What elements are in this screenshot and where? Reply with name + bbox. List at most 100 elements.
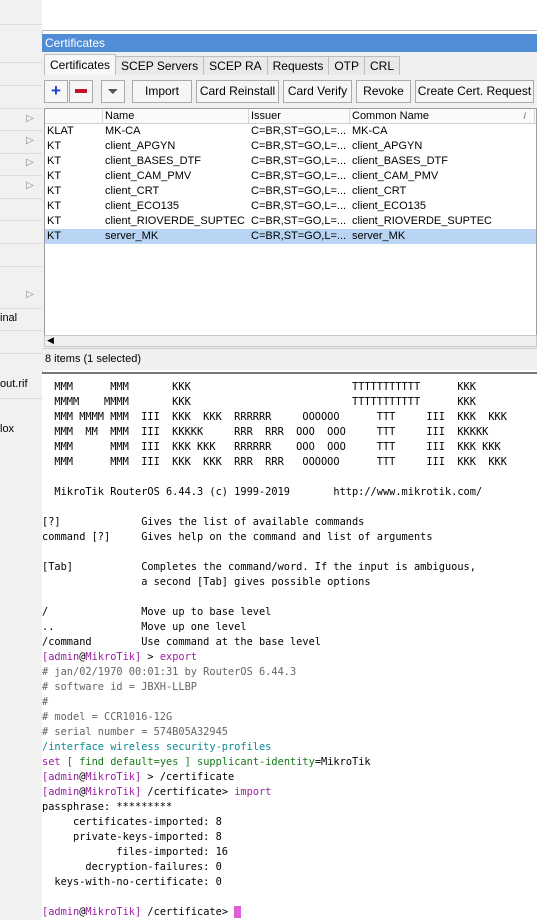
plus-icon: + bbox=[51, 81, 61, 100]
submenu-arrow-icon[interactable]: ▷ bbox=[26, 135, 34, 146]
cell-common: client_CRT bbox=[352, 185, 407, 197]
cell-flags: KT bbox=[47, 215, 62, 227]
cell-issuer: C=BR,ST=GO,L=... bbox=[251, 155, 347, 167]
banner-line: MMMM MMMM KKK TTTTTTTTTTT KKK bbox=[42, 396, 476, 408]
submenu-arrow-icon[interactable]: ▷ bbox=[26, 157, 34, 168]
tab-certificates[interactable]: Certificates bbox=[44, 54, 117, 75]
help-line: [?] Gives the list of available commands bbox=[42, 515, 364, 530]
menu-item-label[interactable]: out.rif bbox=[0, 378, 28, 390]
terminal-cursor bbox=[234, 906, 242, 918]
menu-item-label[interactable]: inal bbox=[0, 312, 17, 324]
revoke-button[interactable]: Revoke bbox=[356, 80, 411, 103]
cell-common: client_ECO135 bbox=[352, 200, 426, 212]
scroll-left-icon[interactable]: ◀ bbox=[47, 335, 54, 346]
table-row[interactable]: KT client_APGYN C=BR,ST=GO,L=... client_APG… bbox=[45, 139, 536, 154]
import-result: certificates-imported: 8 bbox=[42, 816, 222, 828]
tab-crl[interactable]: CRL bbox=[364, 56, 401, 75]
table-row[interactable]: KT client_RIOVERDE_SUPTEC C=BR,ST=GO,L=...… bbox=[45, 214, 536, 229]
table-row[interactable]: KT client_BASES_DTF C=BR,ST=GO,L=... client… bbox=[45, 154, 536, 169]
help-line: command [?] Gives help on the command an… bbox=[42, 530, 433, 545]
menu-separator bbox=[0, 62, 42, 63]
export-comment: # software id = JBXH-LLBP bbox=[42, 681, 197, 693]
cell-name: client_CRT bbox=[105, 185, 160, 197]
minus-icon bbox=[75, 89, 87, 93]
certificates-table[interactable]: Name Issuer Common Name / KLAT MK-CA C=BR,… bbox=[44, 108, 537, 336]
import-result-line: certificates-imported: 8 bbox=[42, 815, 222, 830]
help-line: [Tab] Completes the command/word. If the… bbox=[42, 560, 476, 575]
table-row[interactable]: KT server_MK C=BR,ST=GO,L=... server_MK bbox=[45, 229, 536, 244]
filter-button[interactable]: ⏷ bbox=[101, 80, 125, 103]
tab-scep-servers[interactable]: SCEP Servers bbox=[115, 56, 205, 75]
prompt-path: /certificate bbox=[147, 906, 222, 918]
window-title[interactable]: Certificates bbox=[42, 34, 537, 52]
column-header-flags[interactable] bbox=[45, 109, 103, 123]
cell-name: client_APGYN bbox=[105, 140, 176, 152]
create-cert-request-button[interactable]: Create Cert. Request bbox=[415, 80, 534, 103]
help-line: /command Use command at the base level bbox=[42, 636, 321, 648]
terminal-punct: > bbox=[221, 786, 235, 798]
submenu-arrow-icon[interactable]: ▷ bbox=[26, 289, 34, 300]
cell-issuer: C=BR,ST=GO,L=... bbox=[251, 170, 347, 182]
column-header-name[interactable]: Name bbox=[103, 109, 249, 123]
export-line: # serial number = 574B05A32945 bbox=[42, 725, 228, 740]
ascii-banner-line: MMM MM MMM III KKKKK RRR RRR OOO OOO TTT… bbox=[42, 425, 488, 440]
param-key: supplicant-identity bbox=[197, 756, 315, 768]
export-comment: # serial number = 574B05A32945 bbox=[42, 726, 228, 738]
config-line: set [ find default=yes ] supplicant-iden… bbox=[42, 755, 371, 770]
card-verify-button[interactable]: Card Verify bbox=[283, 80, 352, 103]
import-result-line: files-imported: 16 bbox=[42, 845, 228, 860]
help-line: / Move up to base level bbox=[42, 606, 272, 618]
import-button[interactable]: Import bbox=[132, 80, 192, 103]
menu-separator bbox=[0, 130, 42, 131]
prompt-user: admin bbox=[48, 771, 80, 783]
horizontal-scrollbar[interactable]: ◀ bbox=[44, 335, 537, 347]
import-result-line: decryption-failures: 0 bbox=[42, 860, 221, 875]
passphrase-line: passphrase: ********* bbox=[42, 800, 172, 815]
winbox-side-menu: ▷ ▷ ▷ ▷ ▷ inal out.rif lox bbox=[0, 0, 43, 920]
sort-icon: / bbox=[523, 111, 526, 121]
table-row[interactable]: KT client_CAM_PMV C=BR,ST=GO,L=... client_C… bbox=[45, 169, 536, 184]
prompt-host: MikroTik bbox=[85, 906, 136, 918]
cell-flags: KT bbox=[47, 140, 62, 152]
import-result-line: keys-with-no-certificate: 0 bbox=[42, 875, 221, 890]
cell-common: MK-CA bbox=[352, 125, 388, 137]
tab-scep-ra[interactable]: SCEP RA bbox=[203, 56, 268, 75]
table-row[interactable]: KT client_ECO135 C=BR,ST=GO,L=... client_EC… bbox=[45, 199, 536, 214]
prompt-line: [admin@MikroTik] > /certificate bbox=[42, 770, 234, 785]
menu-separator bbox=[0, 330, 42, 331]
cell-name: client_BASES_DTF bbox=[105, 155, 201, 167]
cell-common: server_MK bbox=[352, 230, 406, 242]
command-export: export bbox=[159, 651, 198, 663]
column-header-label: Common Name bbox=[352, 110, 430, 122]
column-header-common-name[interactable]: Common Name / bbox=[350, 109, 535, 123]
terminal[interactable]: MMM MMM KKK TTTTTTTTTTT KKK MMMM MMMM KK… bbox=[42, 372, 537, 922]
menu-separator bbox=[0, 175, 42, 176]
menu-separator bbox=[0, 243, 42, 244]
add-button[interactable]: + bbox=[44, 80, 68, 103]
terminal-punct: > bbox=[147, 651, 160, 663]
param-key: default bbox=[110, 756, 154, 768]
tab-requests[interactable]: Requests bbox=[266, 56, 330, 75]
menu-separator bbox=[0, 108, 42, 109]
cell-flags: KT bbox=[47, 155, 62, 167]
cell-name: server_MK bbox=[105, 230, 159, 242]
menu-separator bbox=[0, 153, 42, 154]
remove-button[interactable] bbox=[69, 80, 93, 103]
menu-item-label[interactable]: lox bbox=[0, 423, 14, 435]
submenu-arrow-icon[interactable]: ▷ bbox=[26, 113, 34, 124]
table-row[interactable]: KLAT MK-CA C=BR,ST=GO,L=... MK-CA bbox=[45, 124, 536, 139]
tab-otp[interactable]: OTP bbox=[328, 56, 366, 75]
prompt-user: admin bbox=[48, 651, 80, 663]
tab-bar: Certificates SCEP Servers SCEP RA Reques… bbox=[44, 54, 401, 76]
cell-flags: KT bbox=[47, 170, 62, 182]
prompt-line: [admin@MikroTik] /certificate> import bbox=[42, 785, 271, 800]
cell-issuer: C=BR,ST=GO,L=... bbox=[251, 230, 347, 242]
column-header-issuer[interactable]: Issuer bbox=[249, 109, 350, 123]
submenu-arrow-icon[interactable]: ▷ bbox=[26, 180, 34, 191]
import-result: private-keys-imported: 8 bbox=[42, 831, 222, 843]
card-reinstall-button[interactable]: Card Reinstall bbox=[196, 80, 279, 103]
find-part: [ find bbox=[60, 756, 111, 768]
table-header: Name Issuer Common Name / bbox=[45, 109, 536, 124]
cell-flags: KLAT bbox=[47, 125, 74, 137]
table-row[interactable]: KT client_CRT C=BR,ST=GO,L=... client_CRT bbox=[45, 184, 536, 199]
